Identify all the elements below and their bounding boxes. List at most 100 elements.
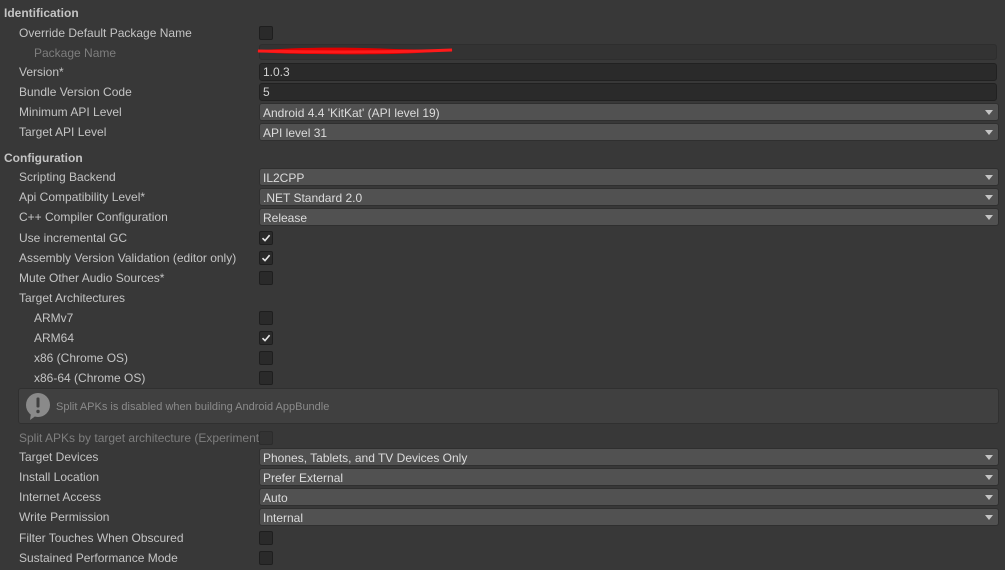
chevron-down-icon bbox=[985, 130, 993, 135]
chevron-down-icon bbox=[985, 110, 993, 115]
scripting-backend-dropdown[interactable]: IL2CPP bbox=[259, 168, 999, 186]
section-header-identification[interactable]: Identification bbox=[4, 6, 79, 20]
chevron-down-icon bbox=[985, 515, 993, 520]
assembly-version-validation-label: Assembly Version Validation (editor only… bbox=[19, 251, 237, 265]
cpp-compiler-config-dropdown[interactable]: Release bbox=[259, 208, 999, 226]
target-devices-label: Target Devices bbox=[19, 450, 99, 464]
target-api-level-value: API level 31 bbox=[263, 126, 328, 140]
write-permission-value: Internal bbox=[263, 511, 304, 525]
internet-access-value: Auto bbox=[263, 491, 288, 505]
arch-armv7-label: ARMv7 bbox=[34, 311, 74, 325]
row-assembly-version-validation: Assembly Version Validation (editor only… bbox=[0, 248, 1005, 268]
row-filter-touches: Filter Touches When Obscured bbox=[0, 528, 1005, 548]
row-arch-x86-64: x86-64 (Chrome OS) bbox=[0, 368, 1005, 388]
chevron-down-icon bbox=[985, 475, 993, 480]
section-header-configuration[interactable]: Configuration bbox=[4, 151, 83, 165]
row-sustained-performance: Sustained Performance Mode bbox=[0, 548, 1005, 568]
row-mute-other-audio: Mute Other Audio Sources* bbox=[0, 268, 1005, 288]
checkmark-icon bbox=[261, 334, 271, 342]
chevron-down-icon bbox=[985, 495, 993, 500]
install-location-label: Install Location bbox=[19, 470, 100, 484]
arch-x86-checkbox[interactable] bbox=[259, 351, 273, 365]
arch-armv7-checkbox[interactable] bbox=[259, 311, 273, 325]
version-label: Version* bbox=[19, 65, 64, 79]
row-version: Version* 1.0.3 bbox=[0, 62, 1005, 82]
bundle-version-code-value: 5 bbox=[263, 85, 270, 99]
split-apks-help-text: Split APKs is disabled when building And… bbox=[56, 401, 330, 413]
api-compat-level-label: Api Compatibility Level* bbox=[19, 190, 146, 204]
arch-arm64-checkbox[interactable] bbox=[259, 331, 273, 345]
row-internet-access: Internet Access Auto bbox=[0, 487, 1005, 507]
row-incremental-gc: Use incremental GC bbox=[0, 228, 1005, 248]
write-permission-dropdown[interactable]: Internal bbox=[259, 508, 999, 526]
split-apks-help-box: Split APKs is disabled when building And… bbox=[18, 388, 999, 424]
target-architectures-label: Target Architectures bbox=[19, 291, 126, 305]
min-api-level-label: Minimum API Level bbox=[19, 105, 122, 119]
version-field[interactable]: 1.0.3 bbox=[259, 63, 997, 81]
chevron-down-icon bbox=[985, 455, 993, 460]
package-name-label: Package Name bbox=[34, 46, 117, 60]
target-devices-value: Phones, Tablets, and TV Devices Only bbox=[263, 451, 468, 465]
bundle-version-code-field[interactable]: 5 bbox=[259, 83, 997, 101]
target-api-level-dropdown[interactable]: API level 31 bbox=[259, 123, 999, 141]
mute-other-audio-checkbox[interactable] bbox=[259, 271, 273, 285]
row-split-apks: Split APKs by target architecture (Exper… bbox=[0, 428, 1005, 448]
row-arch-x86: x86 (Chrome OS) bbox=[0, 348, 1005, 368]
arch-x86-64-checkbox[interactable] bbox=[259, 371, 273, 385]
package-name-field bbox=[256, 44, 997, 60]
scripting-backend-value: IL2CPP bbox=[263, 171, 305, 185]
min-api-level-dropdown[interactable]: Android 4.4 'KitKat' (API level 19) bbox=[259, 103, 999, 121]
row-target-api-level: Target API Level API level 31 bbox=[0, 122, 1005, 142]
arch-x86-64-label: x86-64 (Chrome OS) bbox=[34, 371, 146, 385]
sustained-performance-label: Sustained Performance Mode bbox=[19, 551, 178, 565]
row-install-location: Install Location Prefer External bbox=[0, 467, 1005, 487]
chevron-down-icon bbox=[985, 175, 993, 180]
chevron-down-icon bbox=[985, 215, 993, 220]
arch-arm64-label: ARM64 bbox=[34, 331, 75, 345]
row-arch-arm64: ARM64 bbox=[0, 328, 1005, 348]
min-api-level-value: Android 4.4 'KitKat' (API level 19) bbox=[263, 106, 440, 120]
mute-other-audio-label: Mute Other Audio Sources* bbox=[19, 271, 165, 285]
warning-speech-bubble-icon bbox=[26, 393, 50, 420]
bundle-version-code-label: Bundle Version Code bbox=[19, 85, 132, 99]
version-value: 1.0.3 bbox=[263, 65, 290, 79]
sustained-performance-checkbox[interactable] bbox=[259, 551, 273, 565]
target-api-level-label: Target API Level bbox=[19, 125, 107, 139]
target-devices-dropdown[interactable]: Phones, Tablets, and TV Devices Only bbox=[259, 448, 999, 466]
chevron-down-icon bbox=[985, 195, 993, 200]
row-arch-armv7: ARMv7 bbox=[0, 308, 1005, 328]
row-target-devices: Target Devices Phones, Tablets, and TV D… bbox=[0, 447, 1005, 467]
incremental-gc-checkbox[interactable] bbox=[259, 231, 273, 245]
row-write-permission: Write Permission Internal bbox=[0, 507, 1005, 527]
internet-access-dropdown[interactable]: Auto bbox=[259, 488, 999, 506]
override-package-name-label: Override Default Package Name bbox=[19, 26, 192, 40]
filter-touches-checkbox[interactable] bbox=[259, 531, 273, 545]
install-location-value: Prefer External bbox=[263, 471, 344, 485]
checkmark-icon bbox=[261, 254, 271, 262]
scripting-backend-label: Scripting Backend bbox=[19, 170, 116, 184]
internet-access-label: Internet Access bbox=[19, 490, 102, 504]
checkmark-icon bbox=[261, 234, 271, 242]
row-package-name: Package Name bbox=[0, 43, 1005, 63]
api-compat-level-dropdown[interactable]: .NET Standard 2.0 bbox=[259, 188, 999, 206]
split-apks-label: Split APKs by target architecture (Exper… bbox=[19, 431, 259, 445]
row-api-compat-level: Api Compatibility Level* .NET Standard 2… bbox=[0, 187, 1005, 207]
row-scripting-backend: Scripting Backend IL2CPP bbox=[0, 167, 1005, 187]
row-cpp-compiler-config: C++ Compiler Configuration Release bbox=[0, 207, 1005, 227]
arch-x86-label: x86 (Chrome OS) bbox=[34, 351, 129, 365]
api-compat-level-value: .NET Standard 2.0 bbox=[263, 191, 363, 205]
incremental-gc-label: Use incremental GC bbox=[19, 231, 128, 245]
cpp-compiler-config-value: Release bbox=[263, 211, 308, 225]
install-location-dropdown[interactable]: Prefer External bbox=[259, 468, 999, 486]
filter-touches-label: Filter Touches When Obscured bbox=[19, 531, 184, 545]
assembly-version-validation-checkbox[interactable] bbox=[259, 251, 273, 265]
row-override-package-name: Override Default Package Name bbox=[0, 23, 1005, 43]
cpp-compiler-config-label: C++ Compiler Configuration bbox=[19, 210, 168, 224]
redaction-mark bbox=[256, 47, 454, 55]
split-apks-checkbox bbox=[259, 431, 273, 445]
override-package-name-checkbox[interactable] bbox=[259, 26, 273, 40]
row-min-api-level: Minimum API Level Android 4.4 'KitKat' (… bbox=[0, 102, 1005, 122]
row-target-architectures: Target Architectures bbox=[0, 288, 1005, 308]
row-bundle-version-code: Bundle Version Code 5 bbox=[0, 82, 1005, 102]
write-permission-label: Write Permission bbox=[19, 510, 110, 524]
